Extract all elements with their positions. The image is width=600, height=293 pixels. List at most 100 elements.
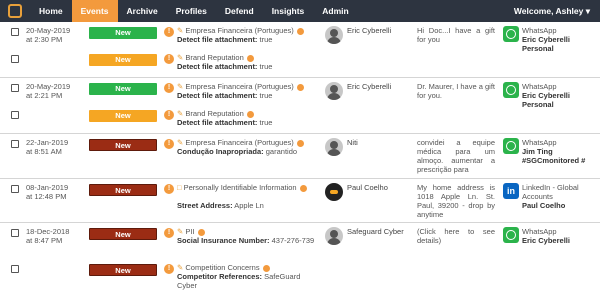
policy-info: ✎ Empresa Financeira (Portugues) Detect … <box>177 26 317 44</box>
nav-defend[interactable]: Defend <box>216 0 263 22</box>
whatsapp-icon <box>503 82 519 98</box>
top-nav: Home Events Archive Profiles Defend Insi… <box>0 0 600 22</box>
event-date: 18-Dec-2018 at 8:47 PM <box>26 227 70 245</box>
whatsapp-icon <box>503 26 519 42</box>
nav-archive[interactable]: Archive <box>118 0 167 22</box>
event-date: 20-May-2019 at 2:21 PM <box>26 82 71 100</box>
tag-icon: ✎ <box>177 53 184 62</box>
event-row[interactable]: 22-Jan-2019 at 8:51 AM New ! ✎ Empresa Fi… <box>0 138 600 178</box>
alert-icon: ! <box>164 54 174 64</box>
info-dot-icon <box>197 228 205 236</box>
source-info: WhatsApp Eric Cyberelli <box>522 227 570 245</box>
info-dot-icon <box>296 139 304 147</box>
nav-events[interactable]: Events <box>71 0 118 22</box>
status-badge[interactable]: New <box>89 139 157 151</box>
row-checkbox[interactable] <box>11 140 19 148</box>
event-row[interactable]: 08-Jan-2019 at 12:48 PM New ! □ Personall… <box>0 183 600 222</box>
status-badge[interactable]: New <box>89 228 157 240</box>
policy-info: ✎ Competition Concerns Competitor Refere… <box>177 263 301 290</box>
row-checkbox[interactable] <box>11 28 19 36</box>
policy-info: ✎ Brand Reputation Detect file attachmen… <box>177 53 273 71</box>
avatar <box>325 82 343 100</box>
info-dot-icon <box>299 184 307 192</box>
avatar <box>325 26 343 44</box>
author-name: Safeguard Cyber <box>347 227 404 236</box>
tag-icon: ✎ <box>177 82 184 91</box>
author-name: Eric Cyberelli <box>347 82 392 91</box>
event-row[interactable]: 20-May-2019 at 2:21 PM New ! ✎ Empresa Fi… <box>0 82 600 109</box>
info-dot-icon <box>296 83 304 91</box>
alert-icon: ! <box>164 184 174 194</box>
info-dot-icon <box>262 264 270 272</box>
whatsapp-icon <box>503 138 519 154</box>
row-checkbox[interactable] <box>11 55 19 63</box>
info-dot-icon <box>246 110 254 118</box>
policy-info: ✎ PII Social Insurance Number: 437-276-7… <box>177 227 315 245</box>
event-date: 20-May-2019 at 2:30 PM <box>26 26 71 44</box>
policy-info: ✎ Empresa Financeira (Portugues) Conduçã… <box>177 138 317 156</box>
source-info: WhatsApp Jim Ting #SGCmonitored # <box>522 138 586 165</box>
tag-icon: ✎ <box>177 138 184 147</box>
event-row[interactable]: New ! ✎ Brand Reputation Detect file att… <box>0 53 600 77</box>
source-info: WhatsApp Eric Cyberelli Personal <box>522 82 570 109</box>
info-dot-icon <box>296 27 304 35</box>
status-badge[interactable]: New <box>89 54 157 66</box>
event-group: 18-Dec-2018 at 8:47 PM New ! ✎ PII Social… <box>0 223 600 293</box>
event-row[interactable]: New ! ✎ Competition Concerns Competitor … <box>0 263 600 293</box>
whatsapp-icon <box>503 227 519 243</box>
alert-icon: ! <box>164 27 174 37</box>
event-group: 20-May-2019 at 2:21 PM New ! ✎ Empresa Fi… <box>0 78 600 134</box>
row-checkbox[interactable] <box>11 265 19 273</box>
tag-icon: ✎ <box>177 263 184 272</box>
author-name: Eric Cyberelli <box>347 26 392 35</box>
row-checkbox[interactable] <box>11 229 19 237</box>
logo-icon[interactable] <box>0 0 30 22</box>
message-text[interactable]: Hi Doc...I have a gift for you <box>417 26 495 44</box>
row-checkbox[interactable] <box>11 111 19 119</box>
author-name: Paul Coelho <box>347 183 388 192</box>
event-row[interactable]: New ! ✎ Brand Reputation Detect file att… <box>0 109 600 133</box>
info-dot-icon <box>246 54 254 62</box>
nav-profiles[interactable]: Profiles <box>167 0 216 22</box>
event-group: 20-May-2019 at 2:30 PM New ! ✎ Empresa Fi… <box>0 22 600 78</box>
source-info: WhatsApp Eric Cyberelli Personal <box>522 26 570 53</box>
message-text[interactable]: My home address is 1018 Apple Ln. St. Pa… <box>417 183 495 219</box>
status-badge[interactable]: New <box>89 27 157 39</box>
status-badge[interactable]: New <box>89 110 157 122</box>
message-text[interactable]: convidei a equipe médica para um almoço.… <box>417 138 495 174</box>
avatar <box>325 138 343 156</box>
alert-icon: ! <box>164 110 174 120</box>
avatar <box>325 227 343 245</box>
event-list: 20-May-2019 at 2:30 PM New ! ✎ Empresa Fi… <box>0 22 600 293</box>
chat-icon: □ <box>177 183 182 192</box>
avatar <box>325 183 343 201</box>
author-name: Niti <box>347 138 358 147</box>
nav-admin[interactable]: Admin <box>313 0 357 22</box>
nav-home[interactable]: Home <box>30 0 72 22</box>
policy-info: □ Personally Identifiable Information St… <box>177 183 317 210</box>
event-group: 08-Jan-2019 at 12:48 PM New ! □ Personall… <box>0 179 600 223</box>
tag-icon: ✎ <box>177 227 184 236</box>
user-menu[interactable]: Welcome, Ashley ▾ <box>514 6 590 17</box>
policy-info: ✎ Brand Reputation Detect file attachmen… <box>177 109 273 127</box>
alert-icon: ! <box>164 228 174 238</box>
row-checkbox[interactable] <box>11 185 19 193</box>
status-badge[interactable]: New <box>89 184 157 196</box>
status-badge[interactable]: New <box>89 264 157 276</box>
linkedin-icon: in <box>503 183 519 199</box>
tag-icon: ✎ <box>177 26 184 35</box>
nav-insights[interactable]: Insights <box>263 0 314 22</box>
event-row[interactable]: 20-May-2019 at 2:30 PM New ! ✎ Empresa Fi… <box>0 26 600 53</box>
event-row[interactable]: 18-Dec-2018 at 8:47 PM New ! ✎ PII Social… <box>0 227 600 263</box>
row-checkbox[interactable] <box>11 84 19 92</box>
event-group: 22-Jan-2019 at 8:51 AM New ! ✎ Empresa Fi… <box>0 134 600 179</box>
event-date: 22-Jan-2019 at 8:51 AM <box>26 138 69 156</box>
policy-info: ✎ Empresa Financeira (Portugues) Detect … <box>177 82 317 100</box>
message-text[interactable]: Dr. Maurer, I have a gift for you. <box>417 82 495 100</box>
message-text[interactable]: (Click here to see details) <box>417 227 495 245</box>
source-info: LinkedIn - Global Accounts Paul Coelho <box>522 183 579 210</box>
alert-icon: ! <box>164 83 174 93</box>
alert-icon: ! <box>164 264 174 274</box>
tag-icon: ✎ <box>177 109 184 118</box>
status-badge[interactable]: New <box>89 83 157 95</box>
